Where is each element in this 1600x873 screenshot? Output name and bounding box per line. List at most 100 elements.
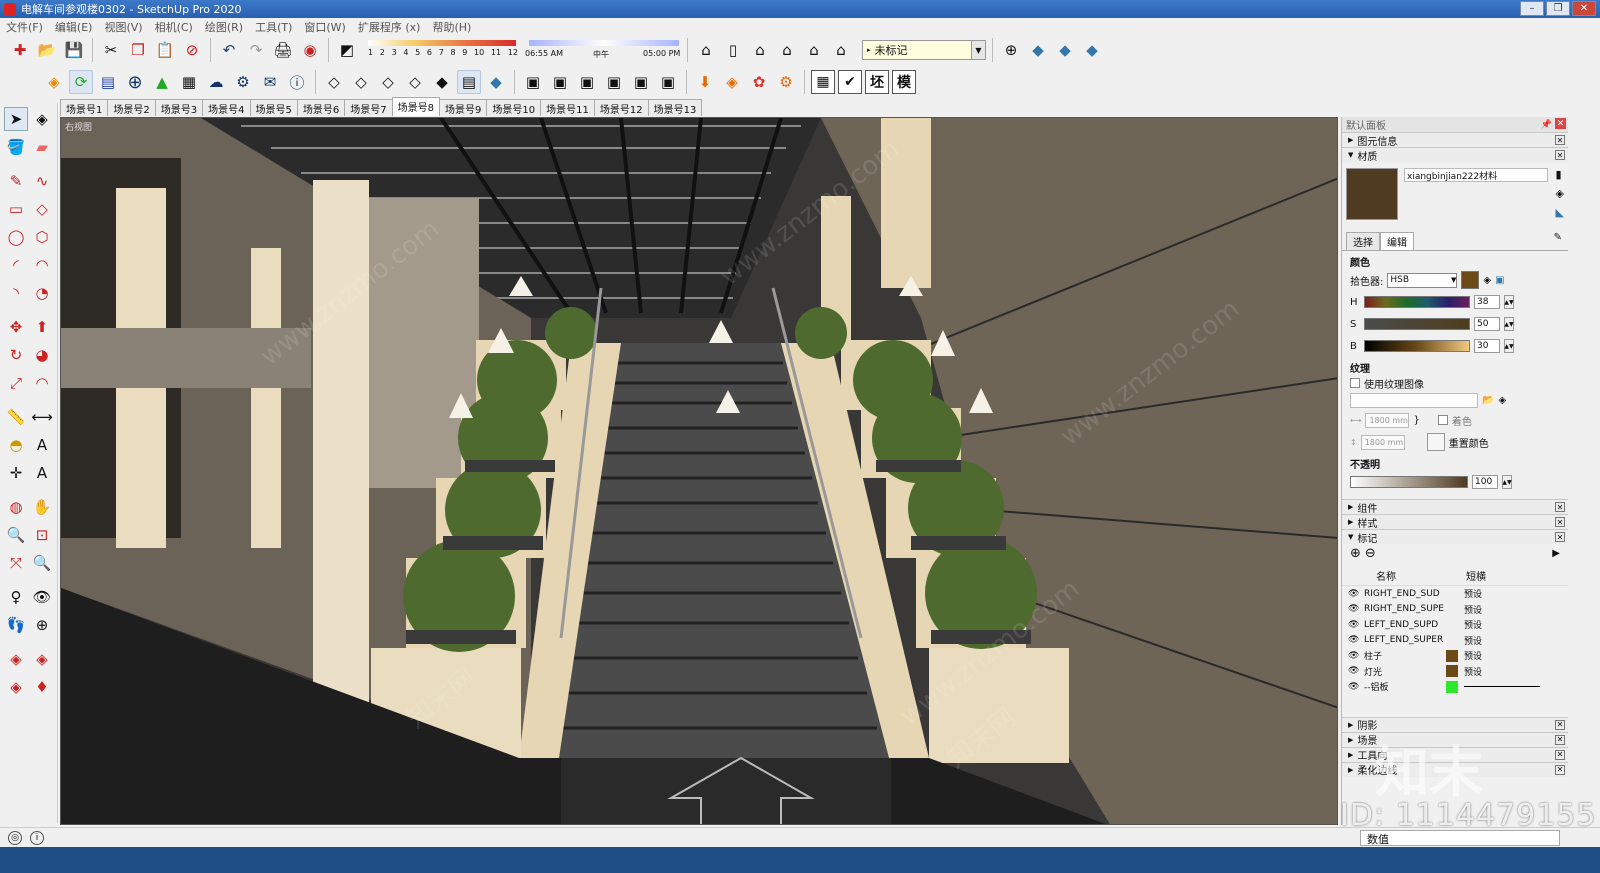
extension-warehouse-icon[interactable]: ◈: [30, 647, 54, 671]
dimension-icon[interactable]: ⟷: [30, 405, 54, 429]
circle-icon[interactable]: ◯: [4, 225, 28, 249]
pie-icon[interactable]: ◔: [30, 281, 54, 305]
house-top-icon[interactable]: ⌂: [775, 38, 799, 62]
close-button[interactable]: ✕: [1572, 1, 1596, 16]
settings-gear-icon[interactable]: ⚙: [231, 70, 255, 94]
match-model-icon[interactable]: ◈: [1483, 275, 1491, 286]
s-value-field[interactable]: 50: [1474, 317, 1500, 331]
pencil-line-icon[interactable]: ✎: [4, 169, 28, 193]
style-hidden-line-icon[interactable]: ◇: [403, 70, 427, 94]
tape-measure-icon[interactable]: 📏: [4, 405, 28, 429]
tab-edit[interactable]: 编辑: [1380, 232, 1414, 250]
display-secondary-icon[interactable]: ▮: [1556, 168, 1564, 181]
orbit-icon[interactable]: ◍: [4, 495, 28, 519]
table-row[interactable]: 👁 灯光 预设: [1342, 664, 1568, 680]
share-model-icon[interactable]: ◈: [4, 675, 28, 699]
menu-camera[interactable]: 相机(C): [155, 19, 193, 35]
protractor-icon[interactable]: ◓: [4, 433, 28, 457]
mail-icon[interactable]: ✉: [258, 70, 282, 94]
section-materials[interactable]: ▼ 材质 ✕: [1342, 147, 1568, 163]
tag-dash[interactable]: 预设: [1464, 665, 1504, 678]
axes-icon[interactable]: ✛: [4, 461, 28, 485]
tag-color[interactable]: [1446, 680, 1458, 693]
letter-button-pi[interactable]: 坯: [865, 70, 889, 94]
tab-scene-9[interactable]: 场景号9: [439, 99, 488, 116]
letter-button-mo[interactable]: 模: [892, 70, 916, 94]
tab-scene-2[interactable]: 场景号2: [107, 99, 156, 116]
delete-tag-icon[interactable]: ⊖: [1365, 546, 1376, 561]
tab-scene-8[interactable]: 场景号8: [391, 97, 440, 116]
view-iso-icon[interactable]: ▣: [521, 70, 545, 94]
spin-icon[interactable]: ▲▼: [1502, 475, 1512, 489]
push-pull-icon[interactable]: ⬆: [30, 315, 54, 339]
section-styles[interactable]: ▶ 样式 ✕: [1342, 514, 1568, 530]
close-section-icon[interactable]: ✕: [1555, 734, 1565, 745]
three-point-arc-icon[interactable]: ◝: [4, 281, 28, 305]
menu-help[interactable]: 帮助(H): [432, 19, 471, 35]
drape-icon[interactable]: ✿: [747, 70, 771, 94]
tag-color[interactable]: [1446, 665, 1458, 678]
3d-text-icon[interactable]: A: [30, 461, 54, 485]
spin-icon[interactable]: ▲▼: [1504, 339, 1514, 353]
b-value-field[interactable]: 30: [1474, 339, 1500, 353]
opacity-value-field[interactable]: 100: [1472, 475, 1498, 489]
tag-color[interactable]: [1446, 634, 1458, 646]
table-row[interactable]: 👁 RIGHT_END_SUPE 预设: [1342, 602, 1568, 618]
close-section-icon[interactable]: ✕: [1555, 150, 1565, 160]
previous-view-icon[interactable]: 🔍: [30, 551, 54, 575]
menu-view[interactable]: 视图(V): [104, 19, 142, 35]
tab-scene-11[interactable]: 场景号11: [540, 99, 595, 116]
menu-file[interactable]: 文件(F): [6, 19, 43, 35]
text-label-icon[interactable]: A: [30, 433, 54, 457]
style-wireframe-icon[interactable]: ◇: [376, 70, 400, 94]
shadow-time-slider[interactable]: 06:55 AM 中午 05:00 PM: [525, 37, 681, 63]
tab-scene-3[interactable]: 场景号3: [154, 99, 204, 116]
section-cut-icon[interactable]: ◆: [1080, 38, 1104, 62]
visibility-eye-icon[interactable]: 👁: [1348, 666, 1360, 676]
tag-dash-line[interactable]: [1464, 686, 1540, 688]
tab-scene-4[interactable]: 场景号4: [202, 99, 251, 116]
select-arrow-icon[interactable]: ➤: [4, 107, 28, 131]
zoom-icon[interactable]: 🔍: [4, 523, 28, 547]
texture-height-field[interactable]: 1800 mm: [1360, 434, 1405, 450]
saturation-slider[interactable]: [1364, 318, 1470, 330]
plugin-gear-icon[interactable]: ⚙: [774, 70, 798, 94]
tag-dash[interactable]: 预设: [1464, 618, 1504, 631]
section-fill-icon[interactable]: ◆: [1026, 38, 1050, 62]
brightness-slider[interactable]: [1364, 340, 1470, 352]
colorize-checkbox[interactable]: [1437, 415, 1448, 425]
shadow-toggle-icon[interactable]: ◩: [335, 38, 359, 62]
details-arrow-icon[interactable]: ▶: [1552, 548, 1560, 559]
tag-dash[interactable]: 预设: [1464, 587, 1504, 600]
tab-scene-12[interactable]: 场景号12: [593, 99, 649, 116]
door-icon[interactable]: ▯: [721, 38, 745, 62]
redo-icon[interactable]: ↷: [244, 38, 268, 62]
tab-scene-5[interactable]: 场景号5: [249, 99, 298, 116]
close-section-icon[interactable]: ✕: [1555, 532, 1565, 542]
paste-icon[interactable]: 📋: [153, 38, 177, 62]
pin-icon[interactable]: 📌: [1541, 120, 1552, 130]
tray-close-icon[interactable]: ✕: [1555, 118, 1566, 129]
spin-icon[interactable]: ▲▼: [1504, 317, 1514, 331]
tab-scene-13[interactable]: 场景号13: [647, 99, 703, 116]
cloud-upload-icon[interactable]: ☁: [204, 70, 228, 94]
style-xray-icon[interactable]: ◇: [322, 70, 346, 94]
tab-scene-10[interactable]: 场景号10: [486, 99, 542, 116]
sandbox-icon[interactable]: ⬇: [693, 70, 717, 94]
tag-dash[interactable]: 预设: [1464, 634, 1504, 647]
warehouse-icon[interactable]: ⌂: [694, 38, 718, 62]
material-swatch[interactable]: [1346, 168, 1398, 220]
style-shaded-icon[interactable]: ◆: [430, 70, 454, 94]
close-section-icon[interactable]: ✕: [1555, 764, 1565, 775]
eraser-icon[interactable]: ▰: [30, 135, 54, 159]
close-section-icon[interactable]: ✕: [1555, 719, 1565, 730]
style-monochrome-icon[interactable]: ◆: [484, 70, 508, 94]
opacity-slider[interactable]: [1350, 476, 1468, 488]
tag-col-name[interactable]: 名称: [1376, 568, 1466, 583]
refresh-icon[interactable]: ⟳: [69, 70, 93, 94]
use-texture-checkbox[interactable]: [1350, 378, 1360, 388]
maximize-button[interactable]: ❐: [1546, 1, 1570, 16]
browse-folder-icon[interactable]: 📂: [1482, 395, 1494, 406]
measurements-box[interactable]: 数值: [1360, 830, 1560, 846]
style-backedges-icon[interactable]: ◇: [349, 70, 373, 94]
